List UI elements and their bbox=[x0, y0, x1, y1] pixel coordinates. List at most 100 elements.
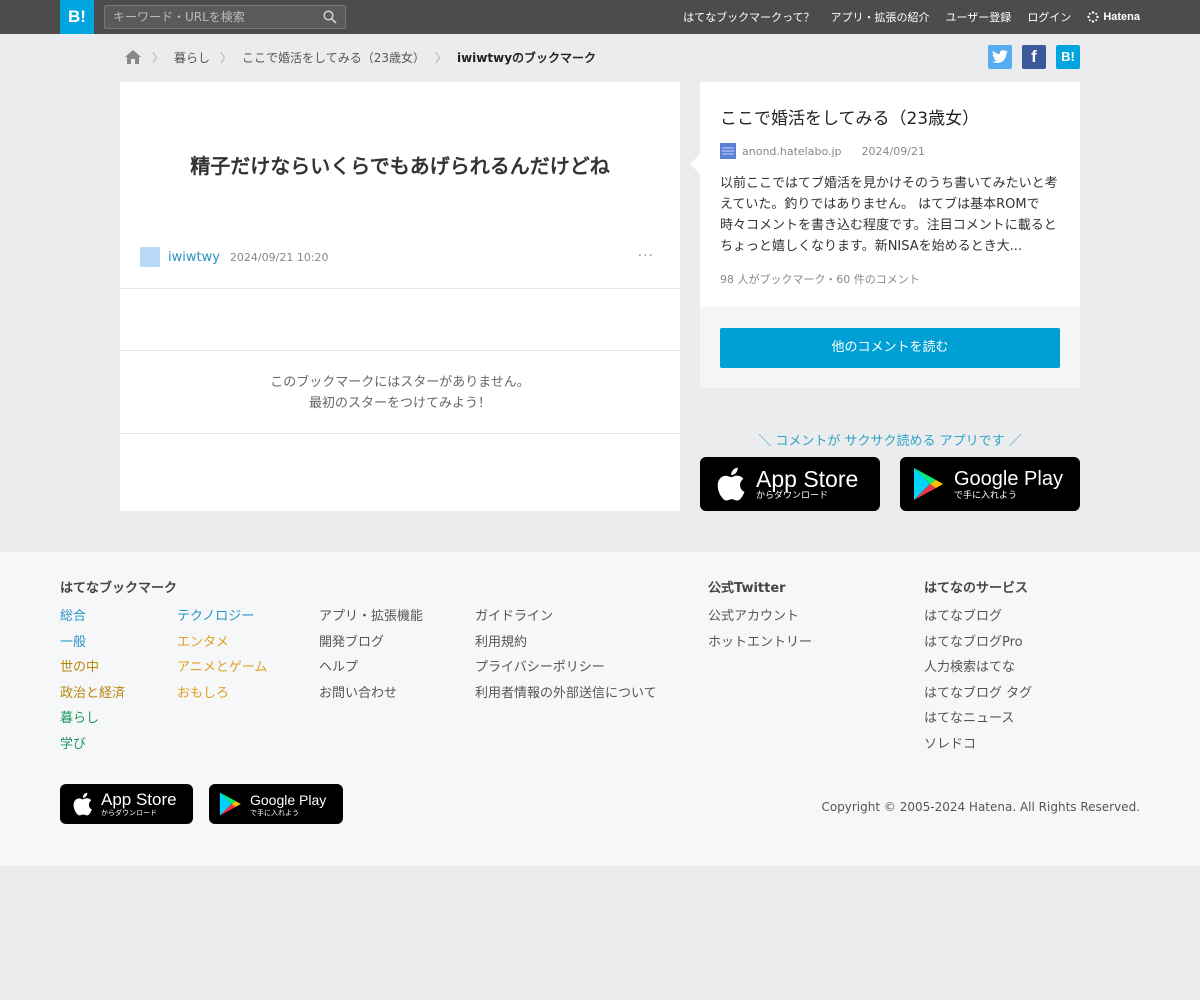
footer-services: はてなブログ はてなブログPro 人力検索はてな はてなブログ タグ はてなニュ… bbox=[924, 604, 1032, 758]
chevron-right-icon: 〉 bbox=[152, 50, 165, 65]
breadcrumb-current: iwiwtwyのブックマーク bbox=[456, 50, 597, 65]
read-other-comments-button[interactable]: 他のコメントを読む bbox=[720, 328, 1060, 368]
footer-link[interactable]: はてなニュース bbox=[924, 706, 1032, 732]
footer-links-2: ガイドライン 利用規約 プライバシーポリシー 利用者情報の外部送信について bbox=[475, 604, 657, 706]
top-nav: はてなブックマークって？ アプリ・拡張の紹介 ユーザー登録 ログイン Haten… bbox=[667, 0, 1140, 34]
footer-categories-1: 総合 一般 世の中 政治と経済 暮らし 学び bbox=[60, 604, 125, 758]
footer-twitter-heading: 公式Twitter bbox=[708, 581, 786, 596]
no-star-line2: 最初のスターをつけてみよう！ bbox=[308, 396, 491, 411]
app-store-label: App Store bbox=[756, 465, 859, 492]
apple-icon bbox=[717, 467, 745, 501]
footer-category-link[interactable]: 総合 bbox=[60, 604, 125, 630]
hatena-share-button[interactable]: B! bbox=[1056, 45, 1080, 69]
footer-category-link[interactable]: 暮らし bbox=[60, 706, 125, 732]
footer-link[interactable]: 利用規約 bbox=[475, 630, 657, 656]
google-play-badge[interactable]: Google Play で手に入れよう bbox=[900, 457, 1080, 511]
app-store-label: App Store bbox=[101, 789, 177, 809]
apple-icon bbox=[73, 792, 92, 816]
footer-link[interactable]: 開発ブログ bbox=[319, 630, 423, 656]
entry-domain[interactable]: anond.hatelabo.jp bbox=[742, 145, 842, 158]
footer-link[interactable]: ガイドライン bbox=[475, 604, 657, 630]
google-play-icon bbox=[219, 792, 241, 816]
footer-category-link[interactable]: 世の中 bbox=[60, 655, 125, 681]
footer-services-heading: はてなのサービス bbox=[924, 581, 1029, 596]
footer-link[interactable]: 利用者情報の外部送信について bbox=[475, 681, 657, 707]
footer-link[interactable]: ソレドコ bbox=[924, 732, 1032, 758]
divider bbox=[120, 350, 680, 351]
no-star-line1: このブックマークにはスターがありません。 bbox=[270, 375, 530, 390]
bookmark-username[interactable]: iwiwtwy bbox=[168, 250, 220, 265]
bookmark-user-row: iwiwtwy 2024/09/21 10:20 bbox=[140, 247, 329, 267]
footer-link[interactable]: はてなブログ bbox=[924, 604, 1032, 630]
footer-link[interactable]: ヘルプ bbox=[319, 655, 423, 681]
hatena-brand-label: Hatena bbox=[1103, 11, 1140, 23]
footer-link[interactable]: 公式アカウント bbox=[708, 604, 812, 630]
bookmark-datetime[interactable]: 2024/09/21 10:20 bbox=[230, 251, 329, 264]
footer-link[interactable]: お問い合わせ bbox=[319, 681, 423, 707]
app-store-text: App Store からダウンロード bbox=[101, 789, 177, 818]
footer-link[interactable]: ホットエントリー bbox=[708, 630, 812, 656]
app-store-badge[interactable]: App Store からダウンロード bbox=[700, 457, 880, 511]
entry-title[interactable]: ここで婚活をしてみる（23歳女） bbox=[720, 104, 979, 129]
footer-category-link[interactable]: 学び bbox=[60, 732, 125, 758]
footer-link[interactable]: はてなブログPro bbox=[924, 630, 1032, 656]
top-bar: B! はてなブックマークって？ アプリ・拡張の紹介 ユーザー登録 ログイン Ha… bbox=[0, 0, 1200, 34]
divider bbox=[120, 433, 680, 434]
entry-footer: 他のコメントを読む bbox=[700, 307, 1080, 388]
search-input[interactable] bbox=[105, 6, 315, 28]
google-play-sublabel: で手に入れよう bbox=[954, 490, 1018, 501]
entry-description: 以前ここではてブ婚活を見かけそのうち書いてみたいと考えていた。釣りではありません… bbox=[720, 176, 1058, 254]
footer-category-link[interactable]: エンタメ bbox=[177, 630, 267, 656]
entry-date: 2024/09/21 bbox=[861, 144, 925, 158]
google-play-label: Google Play bbox=[954, 467, 1063, 490]
copyright: Copyright © 2005-2024 Hatena. All Rights… bbox=[821, 800, 1140, 814]
search-box bbox=[104, 5, 346, 29]
bookmark-comment: 精子だけならいくらでもあげられるんだけどね bbox=[190, 154, 610, 178]
nav-about[interactable]: はてなブックマークって？ bbox=[683, 9, 814, 25]
app-store-text: App Store からダウンロード bbox=[756, 467, 858, 502]
google-play-text: Google Play で手に入れよう bbox=[250, 791, 326, 818]
chevron-right-icon: 〉 bbox=[220, 50, 233, 65]
no-star-message: このブックマークにはスターがありません。 最初のスターをつけてみよう！ bbox=[120, 372, 680, 414]
footer-links-1: アプリ・拡張機能 開発ブログ ヘルプ お問い合わせ bbox=[319, 604, 423, 706]
home-icon[interactable] bbox=[124, 49, 142, 65]
footer-app-store-badge[interactable]: App Store からダウンロード bbox=[60, 784, 193, 824]
share-buttons: f B! bbox=[978, 45, 1080, 69]
entry-counts[interactable]: 98 人がブックマーク・60 件のコメント bbox=[720, 271, 920, 287]
footer-twitter-links: 公式アカウント ホットエントリー bbox=[708, 604, 812, 655]
footer-categories-2: テクノロジー エンタメ アニメとゲーム おもしろ bbox=[177, 604, 267, 706]
footer-link[interactable]: 人力検索はてな bbox=[924, 655, 1032, 681]
facebook-share-button[interactable]: f bbox=[1022, 45, 1046, 69]
footer-link[interactable]: はてなブログ タグ bbox=[924, 681, 1032, 707]
avatar[interactable] bbox=[140, 247, 160, 267]
footer-link[interactable]: プライバシーポリシー bbox=[475, 655, 657, 681]
google-play-label: Google Play bbox=[250, 791, 327, 808]
twitter-icon bbox=[992, 50, 1008, 64]
app-store-sublabel: からダウンロード bbox=[101, 808, 157, 817]
chevron-right-icon: 〉 bbox=[434, 50, 447, 65]
breadcrumb-entry[interactable]: ここで婚活をしてみる（23歳女） bbox=[242, 49, 425, 66]
footer-category-link[interactable]: おもしろ bbox=[177, 681, 267, 707]
nav-register[interactable]: ユーザー登録 bbox=[946, 9, 1012, 25]
breadcrumb-category[interactable]: 暮らし bbox=[174, 49, 210, 66]
nav-login[interactable]: ログイン bbox=[1027, 9, 1071, 25]
google-play-text: Google Play で手に入れよう bbox=[954, 467, 1063, 502]
footer-category-link[interactable]: 一般 bbox=[60, 630, 125, 656]
footer-category-link[interactable]: テクノロジー bbox=[177, 604, 267, 630]
breadcrumb: 〉 暮らし 〉 ここで婚活をしてみる（23歳女） 〉 iwiwtwyのブックマー… bbox=[124, 47, 596, 67]
more-options-icon[interactable]: ··· bbox=[638, 248, 654, 264]
footer-category-link[interactable]: 政治と経済 bbox=[60, 681, 125, 707]
nav-apps[interactable]: アプリ・拡張の紹介 bbox=[831, 9, 930, 25]
app-promo-text: ＼ コメントが サクサク読める アプリです ／ bbox=[758, 434, 1022, 449]
twitter-share-button[interactable] bbox=[988, 45, 1012, 69]
hatena-bookmark-logo[interactable]: B! bbox=[60, 0, 94, 34]
divider bbox=[120, 288, 680, 289]
entry-card: ここで婚活をしてみる（23歳女） anond.hatelabo.jp 2024/… bbox=[690, 82, 1080, 388]
hatena-dots-icon bbox=[1087, 11, 1100, 23]
footer-google-play-badge[interactable]: Google Play で手に入れよう bbox=[209, 784, 343, 824]
search-icon[interactable] bbox=[323, 10, 337, 24]
hatena-brand[interactable]: Hatena bbox=[1087, 11, 1140, 23]
footer-link[interactable]: アプリ・拡張機能 bbox=[319, 604, 423, 630]
footer: はてなブックマーク 総合 一般 世の中 政治と経済 暮らし 学び テクノロジー … bbox=[0, 552, 1200, 866]
footer-category-link[interactable]: アニメとゲーム bbox=[177, 655, 267, 681]
